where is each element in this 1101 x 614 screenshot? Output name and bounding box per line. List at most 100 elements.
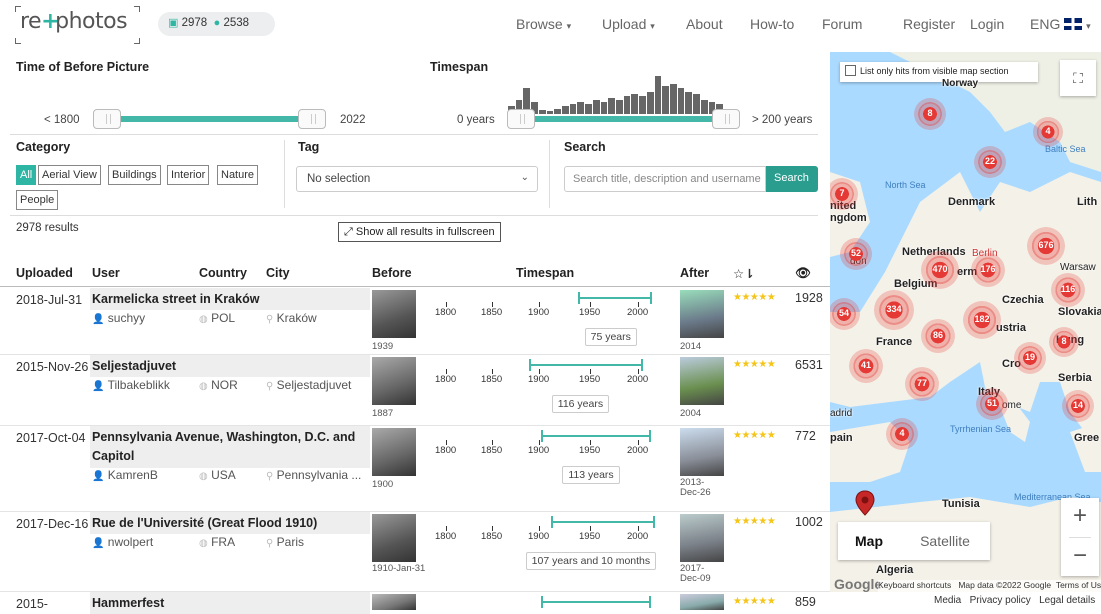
row-city: ⚲ Pennsylvania ...: [266, 468, 362, 482]
row-user[interactable]: 👤 Tilbakeblikk: [92, 378, 170, 392]
map-cluster-marker[interactable]: 41: [849, 349, 883, 383]
search-button[interactable]: Search: [766, 166, 818, 192]
before-thumbnail[interactable]: [372, 357, 416, 405]
map-cluster-marker[interactable]: 77: [905, 367, 939, 401]
nav-upload[interactable]: Upload ▾: [602, 16, 655, 32]
map-cluster-marker[interactable]: 8: [914, 98, 946, 130]
row-upload-date: 2015-Nov-26: [16, 360, 89, 374]
row-title[interactable]: Hammerfest: [92, 594, 362, 613]
map-cluster-marker[interactable]: 22: [974, 146, 1006, 178]
visible-only-toggle[interactable]: List only hits from visible map section: [840, 62, 1038, 82]
zoom-out-icon[interactable]: −: [1061, 538, 1099, 576]
fullscreen-button[interactable]: ⤢ Show all results in fullscreen: [338, 222, 501, 242]
map-cluster-marker[interactable]: 86: [921, 319, 955, 353]
terms-link[interactable]: Terms of Use: [1056, 580, 1101, 590]
site-logo[interactable]: re+photos: [15, 6, 140, 44]
views-eye-icon[interactable]: 👁: [795, 266, 811, 281]
map-fullscreen-icon[interactable]: ⛶: [1060, 60, 1096, 96]
map-pin-icon[interactable]: [855, 490, 875, 516]
category-nature-button[interactable]: Nature: [217, 165, 259, 185]
after-year: 2014: [680, 341, 702, 352]
map-cluster-marker[interactable]: 470: [921, 251, 959, 289]
category-aerial-view-button[interactable]: Aerial View: [38, 165, 101, 185]
time-slider-max-handle[interactable]: [298, 109, 326, 129]
col-city[interactable]: City: [266, 266, 290, 280]
tag-select[interactable]: No selection ⌄: [296, 166, 538, 192]
map-attribution: Keyboard shortcuts Map data ©2022 Google…: [878, 580, 1101, 592]
category-people-button[interactable]: People: [16, 190, 59, 210]
nav-register[interactable]: Register: [903, 16, 955, 32]
map-cluster-marker[interactable]: 176: [971, 253, 1005, 287]
nav-about[interactable]: About: [686, 16, 723, 32]
col-before[interactable]: Before: [372, 266, 412, 280]
span-min-label: 0 years: [457, 114, 495, 126]
map-cluster-marker[interactable]: 334: [874, 290, 914, 330]
nav-login[interactable]: Login: [970, 16, 1004, 32]
footer-media-link[interactable]: Media: [934, 595, 961, 606]
map-label-north-sea: North Sea: [885, 180, 926, 190]
col-timespan[interactable]: Timespan: [516, 266, 574, 280]
timespan-slider-max-handle[interactable]: [712, 109, 740, 129]
col-country[interactable]: Country: [199, 266, 247, 280]
category-buildings-button[interactable]: Buildings: [108, 165, 161, 185]
rating-sort-icon[interactable]: ☆⇂: [733, 266, 755, 281]
top-navbar: re+photos ▣ 2978 ● 2538 Browse ▾ Upload …: [0, 0, 1101, 52]
before-thumbnail[interactable]: [372, 514, 416, 562]
footer-legal-link[interactable]: Legal details: [1039, 595, 1095, 606]
keyboard-shortcuts-link[interactable]: Keyboard shortcuts: [878, 580, 951, 590]
results-map[interactable]: List only hits from visible map section …: [830, 52, 1101, 609]
map-type-map-button[interactable]: Map: [838, 522, 900, 560]
timeline-label: 1900: [528, 307, 550, 318]
timeline-label: 2000: [627, 445, 649, 456]
row-title[interactable]: Seljestadjuvet: [92, 357, 362, 376]
map-type-satellite-button[interactable]: Satellite: [900, 522, 990, 560]
language-select[interactable]: ENG ▾: [1030, 16, 1091, 32]
checkbox[interactable]: [845, 65, 856, 76]
after-thumbnail[interactable]: [680, 514, 724, 562]
row-user[interactable]: 👤 KamrenB: [92, 468, 158, 482]
map-cluster-marker[interactable]: 4: [886, 418, 918, 450]
col-after[interactable]: After: [680, 266, 709, 280]
before-thumbnail[interactable]: [372, 594, 416, 610]
map-cluster-marker[interactable]: 51: [976, 388, 1008, 420]
map-cluster-marker[interactable]: 4: [1033, 117, 1063, 147]
row-title[interactable]: Karmelicka street in Kraków: [92, 290, 362, 309]
before-thumbnail[interactable]: [372, 428, 416, 476]
before-thumbnail[interactable]: [372, 290, 416, 338]
map-cluster-marker[interactable]: 52: [840, 238, 872, 270]
row-title[interactable]: Pennsylvania Avenue, Washington, D.C. an…: [92, 428, 362, 466]
before-year: 1939: [372, 341, 394, 352]
user-count: 2538: [223, 17, 250, 29]
category-all-button[interactable]: All: [16, 165, 37, 185]
row-user[interactable]: 👤 suchyy: [92, 311, 145, 325]
map-cluster-marker[interactable]: 116: [1051, 273, 1085, 307]
histogram-bar: [562, 106, 569, 114]
after-thumbnail[interactable]: [680, 290, 724, 338]
map-cluster-marker[interactable]: 8: [1049, 327, 1079, 357]
category-interior-button[interactable]: Interior: [167, 165, 210, 185]
nav-howto[interactable]: How-to: [750, 16, 794, 32]
row-title[interactable]: Rue de l'Université (Great Flood 1910): [92, 514, 362, 533]
time-slider-min-handle[interactable]: [93, 109, 121, 129]
col-uploaded[interactable]: Uploaded: [16, 266, 73, 280]
map-cluster-marker[interactable]: 14: [1062, 390, 1094, 422]
after-thumbnail[interactable]: [680, 357, 724, 405]
user-icon: 👤: [92, 314, 105, 325]
nav-forum[interactable]: Forum: [822, 16, 862, 32]
nav-browse[interactable]: Browse ▾: [516, 16, 571, 32]
map-label-warsaw: Warsaw: [1060, 262, 1096, 273]
after-thumbnail[interactable]: [680, 428, 724, 476]
map-label-denmark: Denmark: [948, 196, 996, 208]
search-input[interactable]: Search title, description and username: [564, 166, 766, 192]
map-cluster-marker[interactable]: 182: [963, 301, 1001, 339]
timeline-label: 2000: [627, 531, 649, 542]
map-cluster-marker[interactable]: 676: [1027, 227, 1065, 265]
after-thumbnail[interactable]: [680, 594, 724, 610]
col-user[interactable]: User: [92, 266, 120, 280]
timespan-slider-min-handle[interactable]: [507, 109, 535, 129]
footer-privacy-link[interactable]: Privacy policy: [970, 595, 1031, 606]
row-user[interactable]: 👤 nwolpert: [92, 535, 153, 549]
map-cluster-marker[interactable]: 19: [1014, 342, 1046, 374]
zoom-in-icon[interactable]: +: [1061, 498, 1099, 536]
map-label-algeria: Algeria: [876, 564, 914, 576]
